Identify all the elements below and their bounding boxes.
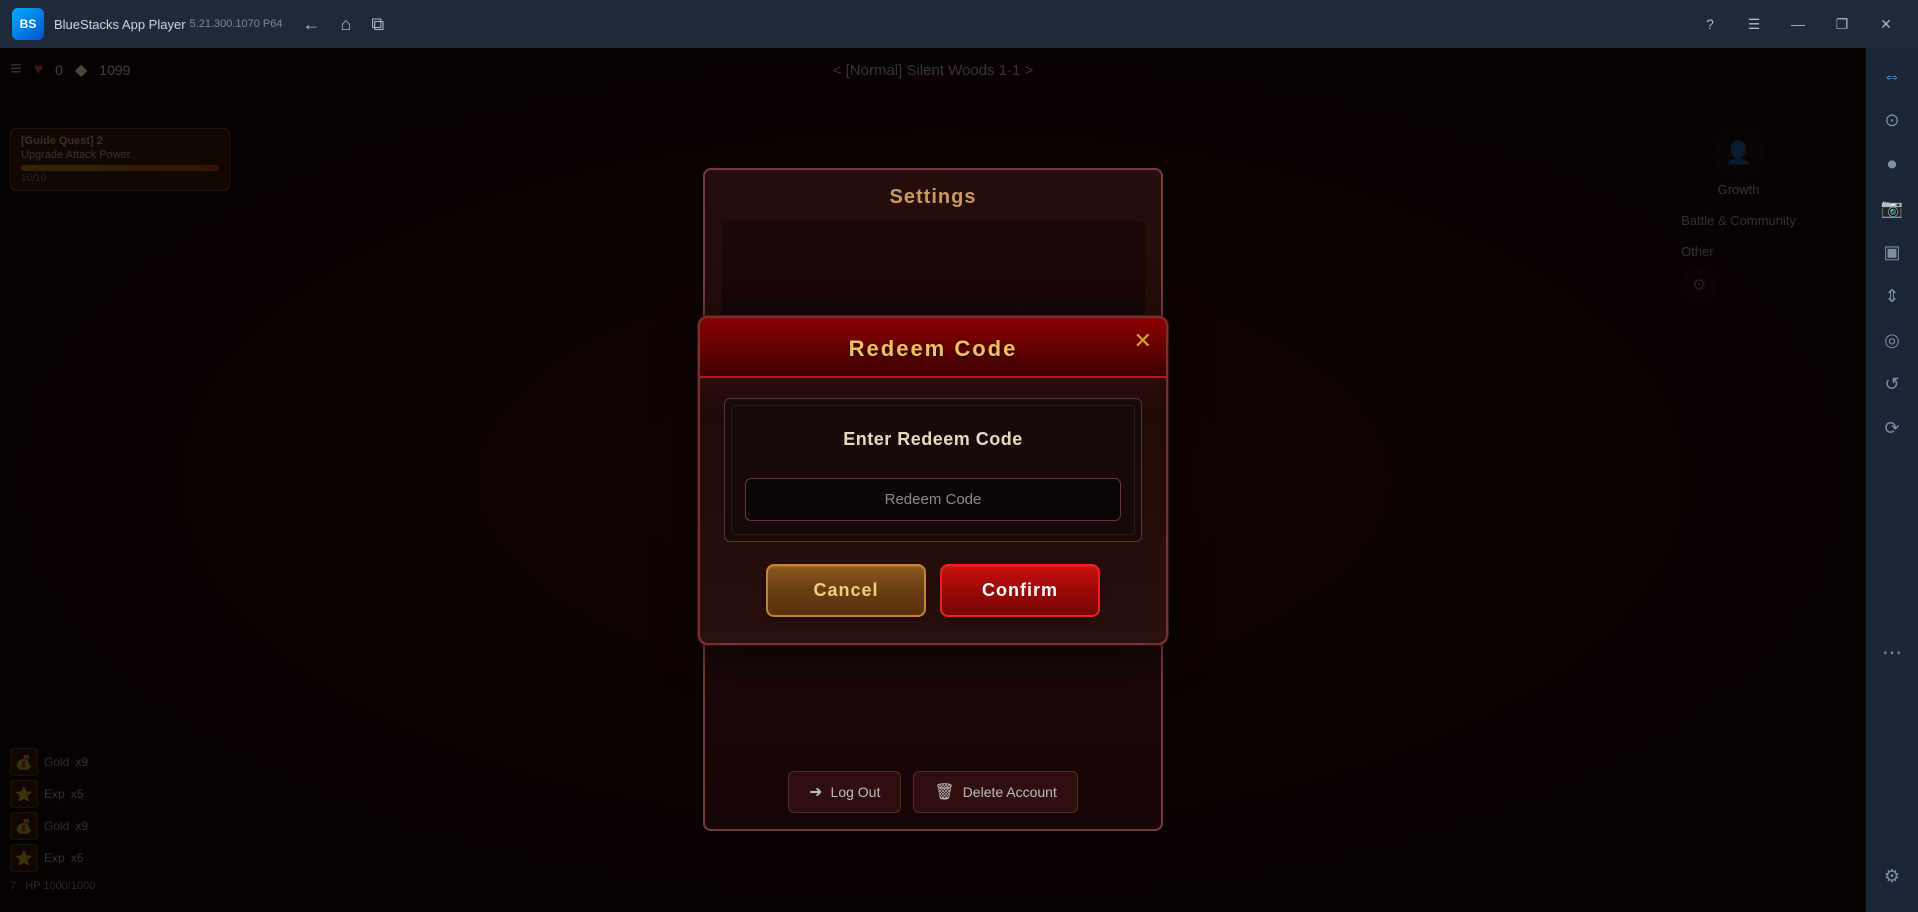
sidebar-screenshot-icon[interactable]: ▣ <box>1872 232 1912 272</box>
redeem-close-button[interactable]: ✕ <box>1134 330 1152 352</box>
app-logo: BS <box>12 8 44 40</box>
window-controls: ? ☰ — ❐ ✕ <box>1690 10 1906 38</box>
close-button[interactable]: ✕ <box>1866 10 1906 38</box>
sidebar-camera2-icon[interactable]: ◎ <box>1872 320 1912 360</box>
app-version: 5.21.300.1070 P64 <box>190 18 283 30</box>
sidebar-refresh-icon[interactable]: ⟳ <box>1872 408 1912 448</box>
redeem-overlay: Redeem Code ✕ Enter Redeem Code Cancel <box>0 48 1866 912</box>
redeem-close-icon: ✕ <box>1134 328 1152 353</box>
redeem-code-input[interactable] <box>745 478 1121 521</box>
redeem-title: Redeem Code <box>849 336 1018 361</box>
sidebar-lock-icon[interactable]: ⊙ <box>1872 100 1912 140</box>
menu-button[interactable]: ☰ <box>1734 10 1774 38</box>
redeem-buttons: Cancel Confirm <box>724 560 1142 625</box>
confirm-button[interactable]: Confirm <box>940 564 1100 617</box>
sidebar-gear-icon[interactable]: ⚙ <box>1872 856 1912 896</box>
sidebar-record-icon[interactable]: ⏺ <box>1872 144 1912 184</box>
redeem-body: Enter Redeem Code Cancel Confirm <box>700 378 1166 643</box>
help-button[interactable]: ? <box>1690 10 1730 38</box>
confirm-label: Confirm <box>982 580 1058 600</box>
redeem-prompt-text: Enter Redeem Code <box>745 429 1121 450</box>
sidebar-rotate-icon[interactable]: ↺ <box>1872 364 1912 404</box>
sidebar-more-icon[interactable]: ⋯ <box>1882 640 1902 665</box>
app-name: BlueStacks App Player <box>54 17 186 32</box>
titlebar: BS BlueStacks App Player 5.21.300.1070 P… <box>0 0 1918 48</box>
nav-back-button[interactable]: ← <box>303 15 321 33</box>
sidebar-resize2-icon[interactable]: ⇕ <box>1872 276 1912 316</box>
game-area: ≡ ♥ 0 ◆ 1099 < [Normal] Silent Woods 1-1… <box>0 48 1866 912</box>
redeem-header: Redeem Code ✕ <box>700 318 1166 378</box>
restore-button[interactable]: ❐ <box>1822 10 1862 38</box>
sidebar-resize-icon[interactable]: ⇔ <box>1872 56 1912 96</box>
nav-home-button[interactable]: ⌂ <box>341 15 352 33</box>
cancel-button[interactable]: Cancel <box>766 564 926 617</box>
sidebar-camera-icon[interactable]: 📷 <box>1872 188 1912 228</box>
right-sidebar: ⇔ ⊙ ⏺ 📷 ▣ ⇕ ◎ ↺ ⟳ ⋯ ⚙ <box>1866 48 1918 912</box>
cancel-label: Cancel <box>813 580 878 600</box>
redeem-code-box: Enter Redeem Code <box>724 398 1142 542</box>
redeem-dialog: Redeem Code ✕ Enter Redeem Code Cancel <box>698 316 1168 645</box>
minimize-button[interactable]: — <box>1778 10 1818 38</box>
nav-tabs-button[interactable]: ⧉ <box>371 15 384 33</box>
titlebar-nav: ← ⌂ ⧉ <box>303 15 385 33</box>
